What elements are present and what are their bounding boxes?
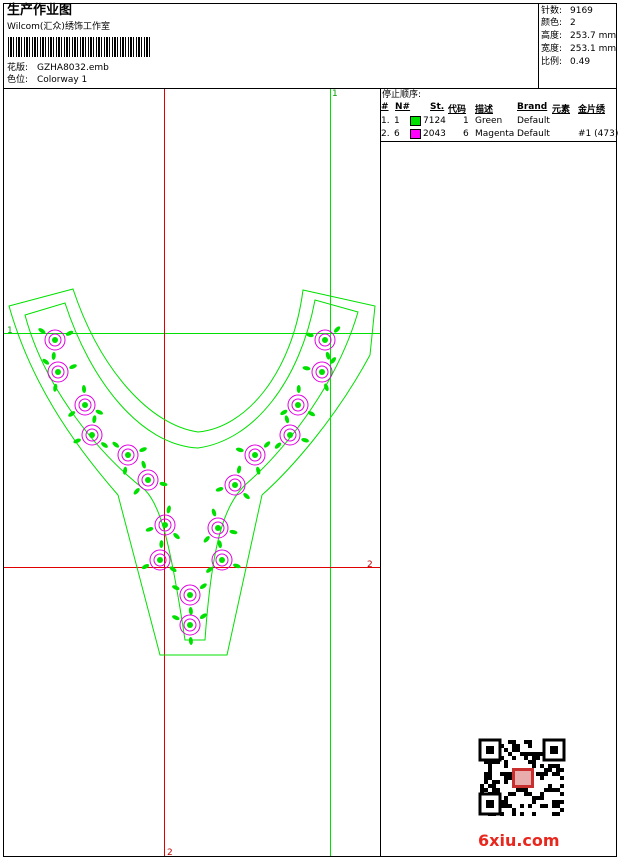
guide-label-h-green: 1 xyxy=(7,326,13,336)
guide-label-v-red: 2 xyxy=(167,848,173,858)
embroidery-preview: 1 1 2 2 xyxy=(4,89,380,858)
watermark-text: 6xiu.com xyxy=(478,831,560,850)
qr-code-icon xyxy=(478,738,566,816)
guide-label-v-green: 1 xyxy=(332,89,338,99)
guide-label-h-red: 2 xyxy=(367,560,373,570)
production-sheet: 生产作业图 Wilcom(汇众)绣饰工作室 花版: GZHA8032.emb 色… xyxy=(0,0,620,860)
embroidery-motifs xyxy=(38,326,341,645)
